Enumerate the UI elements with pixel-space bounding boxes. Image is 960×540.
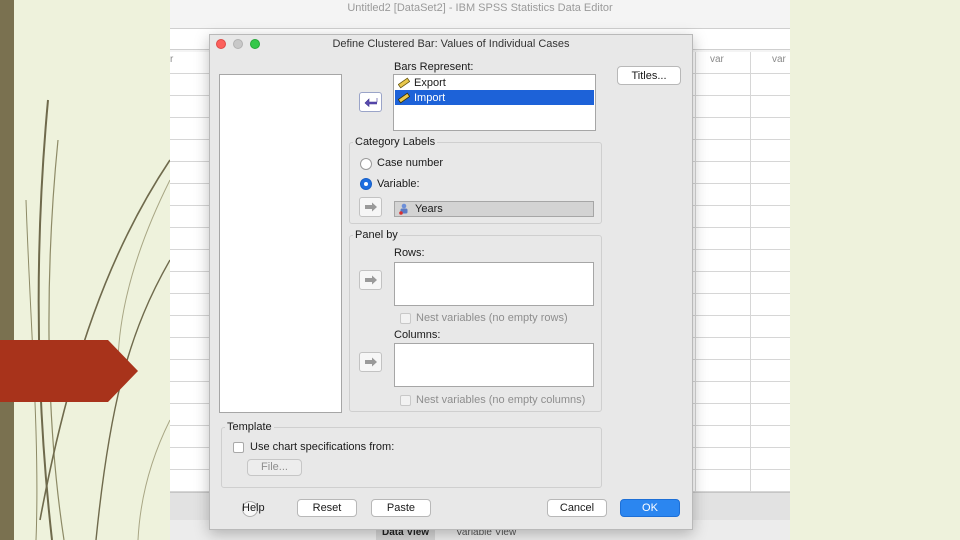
move-rows-button[interactable] <box>359 270 382 290</box>
nest-rows-label: Nest variables (no empty rows) <box>416 312 568 324</box>
paste-button[interactable]: Paste <box>371 499 431 517</box>
titles-button[interactable]: Titles... <box>617 66 681 85</box>
use-chart-spec-checkbox[interactable] <box>233 442 244 453</box>
editor-window-title: Untitled2 [DataSet2] - IBM SPSS Statisti… <box>347 2 613 14</box>
grid-column-divider <box>695 52 696 492</box>
bars-represent-label: Bars Represent: <box>394 61 474 73</box>
arrow-left-icon <box>364 98 377 107</box>
category-labels-title: Category Labels <box>353 136 438 148</box>
rows-label: Rows: <box>394 247 425 259</box>
move-back-button[interactable] <box>359 92 382 112</box>
scale-ruler-icon <box>397 77 411 89</box>
use-chart-spec-label: Use chart specifications from: <box>250 441 395 453</box>
variable-label: Variable: <box>377 178 420 190</box>
scale-ruler-icon <box>397 92 411 104</box>
bars-item-label: Import <box>414 91 446 104</box>
arrow-right-icon <box>364 202 377 212</box>
define-clustered-bar-dialog: Define Clustered Bar: Values of Individu… <box>209 34 693 530</box>
template-group <box>221 427 602 488</box>
columns-label: Columns: <box>394 329 441 341</box>
dialog-title: Define Clustered Bar: Values of Individu… <box>332 38 570 50</box>
decorative-grass-lines <box>25 99 170 540</box>
reset-button[interactable]: Reset <box>297 499 357 517</box>
panel-by-title: Panel by <box>353 229 400 241</box>
case-number-label: Case number <box>377 157 444 169</box>
arrow-right-icon <box>364 357 377 367</box>
list-item[interactable]: Export <box>395 75 594 90</box>
template-title: Template <box>225 421 274 433</box>
help-button[interactable]: Help <box>242 502 265 514</box>
nominal-person-icon <box>398 203 410 215</box>
nest-columns-label: Nest variables (no empty columns) <box>416 394 586 406</box>
category-variable-value: Years <box>415 203 443 215</box>
bars-represent-list[interactable]: Export Import <box>393 74 596 131</box>
cancel-button[interactable]: Cancel <box>547 499 607 517</box>
category-variable-field[interactable]: Years <box>394 201 594 217</box>
file-button[interactable]: File... <box>247 459 302 476</box>
nest-rows-checkbox[interactable] <box>400 313 411 324</box>
nest-columns-checkbox[interactable] <box>400 395 411 406</box>
list-item[interactable]: Import <box>395 90 594 105</box>
column-header[interactable]: var <box>710 54 724 65</box>
rows-drop-box[interactable] <box>394 262 594 306</box>
source-variable-list[interactable] <box>219 74 342 413</box>
variable-radio[interactable] <box>360 178 372 190</box>
column-header[interactable]: var <box>772 54 786 65</box>
ok-button[interactable]: OK <box>620 499 680 517</box>
grid-column-divider <box>750 52 751 492</box>
move-columns-button[interactable] <box>359 352 382 372</box>
bars-item-label: Export <box>414 76 446 89</box>
column-header[interactable]: r <box>170 54 173 65</box>
case-number-radio[interactable] <box>360 158 372 170</box>
arrow-right-icon <box>364 275 377 285</box>
columns-drop-box[interactable] <box>394 343 594 387</box>
move-category-button[interactable] <box>359 197 382 217</box>
